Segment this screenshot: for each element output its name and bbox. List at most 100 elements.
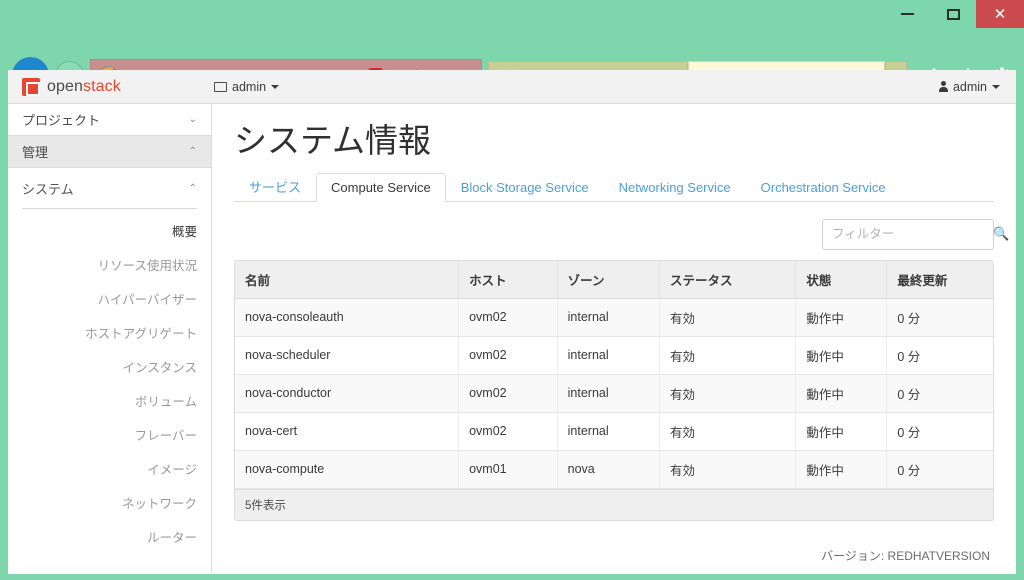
table-row[interactable]: nova-compute ovm01 nova 有効 動作中 0 分 [235, 450, 993, 489]
cell-host: ovm02 [458, 336, 558, 375]
project-selector-label: admin [232, 79, 267, 94]
table-row[interactable]: nova-scheduler ovm02 internal 有効 動作中 0 分 [235, 336, 993, 375]
browser-toolbar: https://ovm02ovm20151... ⚲ ▾ ✕ 証明書のエ... … [0, 28, 1024, 94]
tab-compute-service[interactable]: Compute Service [316, 172, 446, 202]
tab-orchestration-service[interactable]: Orchestration Service [746, 173, 901, 202]
page-viewport: openstack admin admin プロジェクト ⌄ 管理 ⌃ システム… [8, 70, 1016, 574]
search-icon[interactable]: 🔍 [993, 226, 1009, 242]
sidebar-item-flavors[interactable]: フレーバー [8, 417, 211, 451]
cell-state: 動作中 [795, 336, 888, 375]
user-icon [938, 81, 948, 92]
cell-status: 有効 [659, 336, 797, 375]
chevron-down-icon [992, 84, 1000, 89]
page-title: システム情報 [234, 122, 432, 159]
cell-state: 動作中 [795, 450, 888, 489]
cell-state: 動作中 [795, 298, 888, 337]
sidebar-panel-project[interactable]: プロジェクト ⌄ [8, 104, 211, 136]
project-selector[interactable]: admin [214, 79, 280, 94]
chevron-down-icon: ⌄ [188, 114, 197, 125]
cell-name: nova-consoleauth [235, 298, 460, 337]
sidebar-item-routers[interactable]: ルーター [8, 519, 211, 553]
cell-last-updated: 0 分 [886, 450, 993, 489]
cell-last-updated: 0 分 [886, 412, 993, 451]
cell-state: 動作中 [795, 412, 888, 451]
cell-last-updated: 0 分 [886, 336, 993, 375]
window-controls: ✕ [884, 0, 1024, 28]
sidebar: プロジェクト ⌄ 管理 ⌃ システム ⌃ 概要 リソース使用状況 ハイパーバイザ… [8, 104, 212, 573]
cell-status: 有効 [659, 450, 797, 489]
cell-host: ovm01 [458, 450, 558, 489]
table-row[interactable]: nova-cert ovm02 internal 有効 動作中 0 分 [235, 412, 993, 451]
sidebar-item-instances[interactable]: インスタンス [8, 349, 211, 383]
cell-state: 動作中 [795, 374, 888, 413]
main-content: システム情報 サービス Compute Service Block Storag… [212, 104, 1016, 573]
cell-zone: internal [557, 412, 660, 451]
column-header-last-updated[interactable]: 最終更新 [886, 260, 993, 299]
cell-name: nova-scheduler [235, 336, 460, 375]
cell-status: 有効 [659, 374, 797, 413]
column-header-host[interactable]: ホスト [458, 260, 558, 299]
sidebar-item-overview[interactable]: 概要 [8, 213, 211, 247]
cell-name: nova-compute [235, 450, 460, 489]
user-menu-label: admin [952, 79, 987, 94]
window-minimize-button[interactable] [884, 0, 930, 28]
user-menu[interactable]: admin [938, 79, 1000, 94]
cell-host: ovm02 [458, 298, 558, 337]
cell-name: nova-conductor [235, 374, 460, 413]
services-table: 名前 ホスト ゾーン ステータス 状態 最終更新 nova-consoleaut… [234, 259, 994, 521]
column-header-name[interactable]: 名前 [235, 260, 460, 299]
sidebar-group-label: システム [22, 181, 74, 197]
sidebar-item-volumes[interactable]: ボリューム [8, 383, 211, 417]
chevron-down-icon [271, 84, 280, 89]
version-text: バージョン: REDHATVERSION [821, 548, 990, 563]
tab-block-storage-service[interactable]: Block Storage Service [446, 173, 604, 202]
tab-networking-service[interactable]: Networking Service [604, 173, 746, 202]
table-row[interactable]: nova-consoleauth ovm02 internal 有効 動作中 0… [235, 298, 993, 337]
window-root: ✕ https://ovm02ovm20151... ⚲ ▾ [0, 0, 1024, 580]
cell-zone: internal [557, 336, 660, 375]
chevron-up-icon: ⌃ [188, 146, 197, 157]
sidebar-item-hypervisors[interactable]: ハイパーバイザー [8, 281, 211, 315]
sidebar-item-networks[interactable]: ネットワーク [8, 485, 211, 519]
cell-status: 有効 [659, 412, 797, 451]
table-footer-count: 5件表示 [235, 488, 993, 520]
sidebar-item-host-aggregates[interactable]: ホストアグリゲート [8, 315, 211, 349]
column-header-state[interactable]: 状態 [795, 260, 888, 299]
cell-name: nova-cert [235, 412, 460, 451]
sidebar-panel-label: 管理 [22, 145, 49, 160]
table-row[interactable]: nova-conductor ovm02 internal 有効 動作中 0 分 [235, 374, 993, 413]
sidebar-item-images[interactable]: イメージ [8, 451, 211, 485]
cell-host: ovm02 [458, 412, 558, 451]
page-body: プロジェクト ⌄ 管理 ⌃ システム ⌃ 概要 リソース使用状況 ハイパーバイザ… [8, 104, 1016, 573]
column-header-status[interactable]: ステータス [659, 260, 797, 299]
openstack-logo[interactable]: openstack [22, 77, 214, 96]
column-header-zone[interactable]: ゾーン [557, 260, 660, 299]
sidebar-panel-admin[interactable]: 管理 ⌃ [8, 136, 211, 168]
window-maximize-button[interactable] [930, 0, 976, 28]
tab-services[interactable]: サービス [234, 173, 316, 202]
project-icon [214, 81, 227, 92]
search-input[interactable] [832, 227, 993, 242]
sidebar-item-resource-usage[interactable]: リソース使用状況 [8, 247, 211, 281]
sidebar-divider [22, 208, 197, 209]
sidebar-group-system[interactable]: システム ⌃ [8, 168, 211, 208]
cell-zone: internal [557, 374, 660, 413]
logo-stack-text: stack [83, 77, 121, 95]
cell-last-updated: 0 分 [886, 298, 993, 337]
logo-open-text: open [47, 77, 83, 95]
cell-zone: nova [557, 450, 660, 489]
openstack-topbar: openstack admin admin [8, 70, 1016, 104]
table-header-row: 名前 ホスト ゾーン ステータス 状態 最終更新 [235, 260, 993, 299]
chevron-up-icon: ⌃ [188, 182, 197, 194]
openstack-logo-text: openstack [47, 78, 121, 96]
service-tabs: サービス Compute Service Block Storage Servi… [234, 172, 994, 202]
cell-status: 有効 [659, 298, 797, 337]
window-close-button[interactable]: ✕ [976, 0, 1024, 28]
filter-box[interactable]: 🔍 [822, 218, 1009, 250]
cell-zone: internal [557, 298, 660, 337]
cell-host: ovm02 [458, 374, 558, 413]
cell-last-updated: 0 分 [886, 374, 993, 413]
filter-row: 🔍 [234, 218, 1009, 250]
window-titlebar: ✕ [0, 0, 1024, 28]
sidebar-panel-label: プロジェクト [22, 113, 101, 128]
